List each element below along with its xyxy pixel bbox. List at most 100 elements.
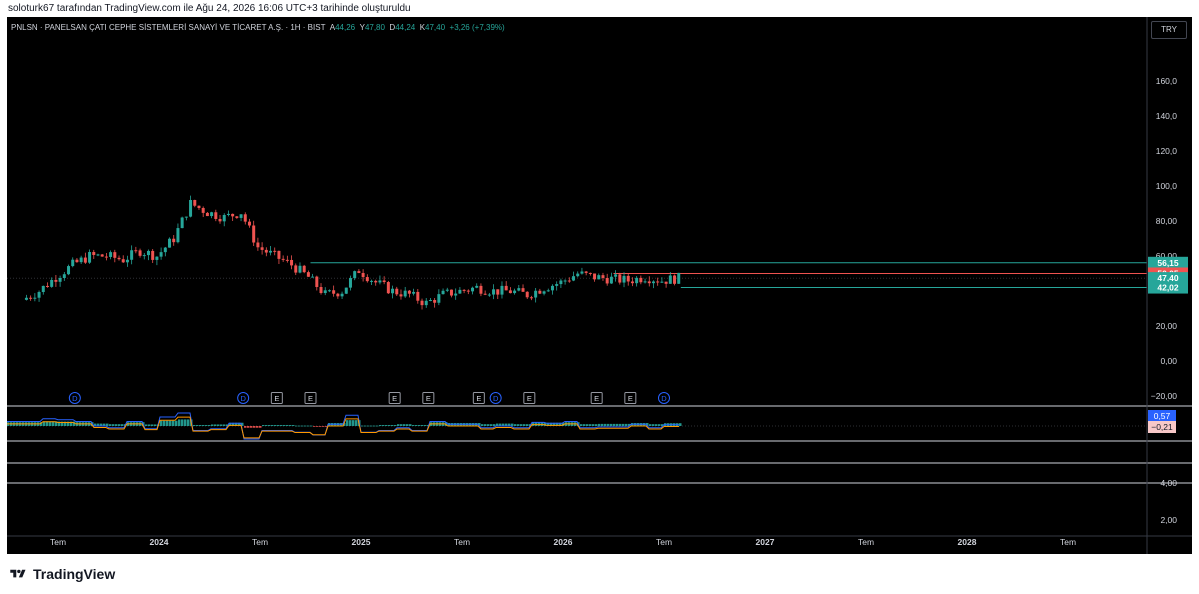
macd-histogram-bar [268, 425, 271, 426]
candle-body [336, 293, 340, 297]
tradingview-logo-text: TradingView [33, 566, 116, 582]
macd-histogram-bar [361, 425, 364, 427]
macd-histogram-bar [292, 425, 295, 426]
candle-body [492, 289, 496, 295]
candle-body [125, 259, 129, 263]
earnings-marker[interactable]: E [304, 392, 317, 404]
candle-body [656, 281, 660, 283]
candle-body [597, 275, 601, 280]
macd-histogram-bar [187, 419, 190, 426]
macd-histogram-bar [160, 420, 163, 426]
candle-body [45, 285, 49, 287]
candle-body [546, 290, 550, 292]
macd-histogram-bar [244, 426, 247, 428]
macd-histogram-bar [175, 420, 178, 426]
price-tick-label: 100,0 [1156, 181, 1178, 191]
macd-histogram-bar [388, 425, 391, 426]
candle-body [210, 212, 214, 217]
macd-histogram-bar [316, 426, 319, 427]
macd-histogram-bar [307, 425, 310, 427]
candle-body [370, 280, 374, 282]
macd-histogram-bar [376, 425, 379, 427]
macd-histogram-bar [493, 424, 496, 426]
symbol-legend: PNLSN · PANELSAN ÇATI CEPHE SİSTEMLERİ S… [11, 23, 505, 32]
macd-histogram-bar [283, 425, 286, 426]
time-axis[interactable]: Tem 2024 Tem 2025 Tem 2026 Tem 2027 Tem 2028 Tem [7, 535, 1192, 547]
macd-histogram-bar [223, 424, 226, 426]
candle-body [563, 280, 567, 282]
macd-axis-label[interactable]: −0,21 [1148, 421, 1176, 433]
macd-histogram-bar [289, 425, 292, 426]
candle-body [618, 274, 622, 283]
candle-body [172, 238, 176, 243]
dividend-marker[interactable]: D [658, 392, 670, 404]
candle-body [88, 252, 92, 263]
macd-histogram-bar [118, 424, 121, 426]
candle-body [386, 282, 390, 294]
candle-body [340, 293, 344, 297]
earnings-marker[interactable]: E [590, 392, 603, 404]
close-value: 47,40 [425, 23, 446, 32]
macd-histogram-bar [280, 425, 283, 426]
candle-body [306, 272, 310, 277]
earnings-marker[interactable]: E [388, 392, 401, 404]
candle-body [449, 289, 453, 296]
event-markers[interactable]: DDEEEEEDEEED [68, 392, 670, 404]
candle-body [247, 221, 251, 226]
macd-histogram-bar [412, 425, 415, 426]
candle-body [500, 285, 504, 295]
macd-histogram-bar [145, 424, 148, 426]
candle-body [550, 285, 554, 291]
candle-body [407, 290, 411, 294]
macd-histogram-bar [346, 420, 349, 426]
candle-body [273, 250, 277, 252]
earnings-marker[interactable]: E [523, 392, 536, 404]
chart-svg[interactable]: DDEEEEEDEEED 160,0140,0120,0100,080,0060… [7, 17, 1192, 554]
candle-body [96, 254, 100, 256]
macd-histogram-bar [181, 419, 184, 426]
candle-body [588, 272, 592, 274]
currency-button[interactable]: TRY [1151, 21, 1187, 39]
candle-body [584, 271, 588, 273]
macd-histogram-bar [154, 424, 157, 426]
macd-histogram-bar [169, 420, 172, 426]
macd-histogram-bar [616, 423, 619, 426]
candle-body [395, 288, 399, 295]
macd-histogram-bar [352, 420, 355, 426]
price-axis-label[interactable]: 42,02 [1148, 281, 1188, 294]
price-axis-label[interactable]: 56,15 [1148, 256, 1188, 269]
dividend-marker[interactable]: D [489, 392, 502, 404]
macd-histogram-bar [610, 423, 613, 426]
macd-histogram-bar [373, 425, 376, 427]
chart-area[interactable]: DDEEEEEDEEED 160,0 140,0 120,0 100,0 80,00 60… [7, 17, 1192, 554]
dividend-marker[interactable]: D [237, 392, 250, 404]
candle-body [155, 256, 159, 260]
earnings-marker[interactable]: E [270, 392, 283, 404]
macd-histogram-bar [655, 424, 658, 426]
macd-histogram-bar [163, 420, 166, 426]
earnings-marker[interactable]: E [472, 392, 485, 404]
candle-body [647, 281, 651, 284]
macd-histogram-bar [370, 425, 373, 427]
candle-body [567, 280, 571, 282]
macd-axis-label[interactable]: 0,57 [1148, 410, 1176, 422]
candle-body [458, 289, 462, 294]
macd-histogram-bar [520, 424, 523, 426]
candle-body [454, 293, 458, 296]
candle-body [201, 207, 205, 213]
price-tick-label: 160,0 [1156, 76, 1178, 86]
earnings-marker[interactable]: E [422, 392, 435, 404]
tradingview-logo[interactable]: TradingView [8, 566, 115, 582]
candle-body [290, 259, 294, 266]
dividend-marker[interactable]: D [68, 392, 81, 404]
macd-histogram-bar [526, 424, 529, 426]
price-axis[interactable]: 160,0140,0120,0100,080,0060,0020,000,00−… [1146, 17, 1188, 554]
candle-body [277, 250, 281, 259]
macd-histogram-bar [205, 425, 208, 426]
earnings-marker[interactable]: E [624, 392, 637, 404]
candle-body [513, 290, 517, 294]
price-axis-label-text: 42,02 [1157, 283, 1179, 293]
macd-histogram-bar [595, 424, 598, 426]
candle-body [487, 294, 491, 296]
macd-histogram-bar [364, 425, 367, 427]
